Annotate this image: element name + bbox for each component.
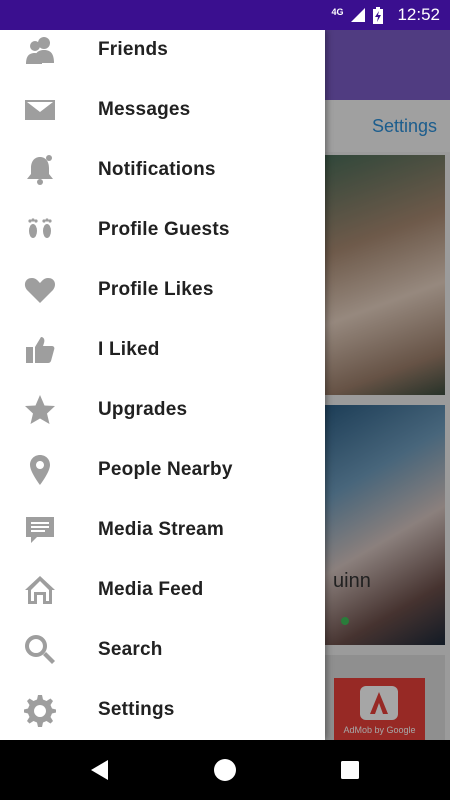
menu-item-profile-guests[interactable]: Profile Guests [0,200,325,260]
menu-item-upgrades[interactable]: Upgrades [0,380,325,440]
heart-icon [22,272,58,308]
status-bar: 4G 12:52 [0,0,450,30]
menu-label: Profile Likes [98,279,214,300]
menu-item-messages[interactable]: Messages [0,80,325,140]
home-icon [22,572,58,608]
back-icon[interactable] [88,758,112,782]
menu-item-media-feed[interactable]: Media Feed [0,560,325,620]
battery-charging-icon [373,6,384,24]
home-button-icon[interactable] [213,758,237,782]
menu-label: Settings [98,699,175,720]
menu-item-profile-likes[interactable]: Profile Likes [0,260,325,320]
star-icon [22,392,58,428]
chat-bubble-icon [22,512,58,548]
navigation-drawer: Friends Messages Notifications Profile G… [0,30,325,740]
signal-icon [351,8,366,22]
menu-label: People Nearby [98,459,233,480]
menu-item-notifications[interactable]: Notifications [0,140,325,200]
gear-icon [22,692,58,728]
recents-icon[interactable] [338,758,362,782]
menu-item-people-nearby[interactable]: People Nearby [0,440,325,500]
menu-item-media-stream[interactable]: Media Stream [0,500,325,560]
footprints-icon [22,212,58,248]
menu-label: Media Feed [98,579,204,600]
thumbs-up-icon [22,332,58,368]
menu-item-friends[interactable]: Friends [0,30,325,80]
search-icon [22,632,58,668]
menu-label: I Liked [98,339,160,360]
menu-item-settings[interactable]: Settings [0,680,325,740]
menu-label: Profile Guests [98,219,230,240]
network-type: 4G [331,7,344,17]
clock: 12:52 [397,5,440,24]
system-navigation-bar [0,740,450,800]
friends-icon [22,32,58,68]
menu-label: Upgrades [98,399,188,420]
bell-icon [22,152,58,188]
menu-item-search[interactable]: Search [0,620,325,680]
menu-item-i-liked[interactable]: I Liked [0,320,325,380]
envelope-icon [22,92,58,128]
menu-label: Media Stream [98,519,224,540]
menu-label: Messages [98,99,191,120]
location-pin-icon [22,452,58,488]
menu-label: Search [98,639,163,660]
menu-label: Friends [98,39,169,60]
menu-label: Notifications [98,159,216,180]
